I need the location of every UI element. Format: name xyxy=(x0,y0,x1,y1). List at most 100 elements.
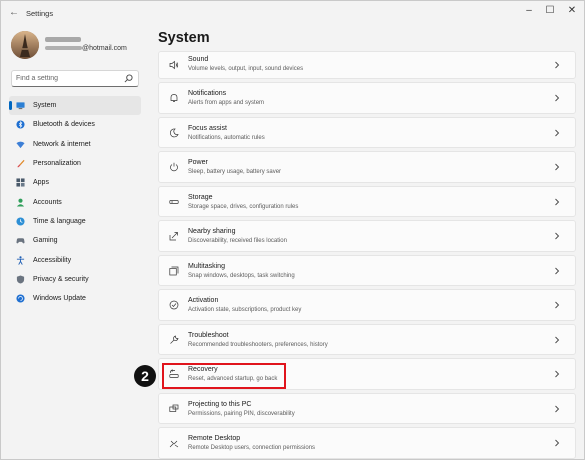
bell-icon xyxy=(170,94,178,102)
settings-item-subtitle: Storage space, drives, configuration rul… xyxy=(188,203,299,210)
search-box[interactable] xyxy=(11,70,139,87)
search-icon[interactable] xyxy=(124,74,133,83)
settings-item-remote-desktop[interactable]: Remote Desktop Remote Desktop users, con… xyxy=(158,427,576,459)
share-icon xyxy=(169,232,178,241)
sidebar-item-label: Privacy & security xyxy=(33,275,89,283)
sidebar-item-label: Network & internet xyxy=(33,140,91,148)
back-arrow-icon[interactable]: ← xyxy=(8,7,20,19)
settings-item-projecting[interactable]: Projecting to this PC Permissions, pairi… xyxy=(158,392,576,424)
settings-item-notifications[interactable]: Notifications Alerts from apps and syste… xyxy=(158,82,576,114)
sidebar-item-network[interactable]: Network & internet xyxy=(9,135,141,154)
person-icon xyxy=(16,198,25,207)
chevron-right-icon xyxy=(555,336,560,343)
settings-item-title: Remote Desktop xyxy=(188,435,241,442)
sidebar-item-time-language[interactable]: Time & language xyxy=(9,212,141,231)
settings-item-title: Multitasking xyxy=(188,262,225,270)
settings-item-title: Storage xyxy=(188,193,213,201)
settings-item-nearby-sharing[interactable]: Nearby sharing Discoverability, received… xyxy=(158,220,576,252)
recovery-highlight-box xyxy=(162,363,286,389)
sidebar-item-personalization[interactable]: Personalization xyxy=(9,154,141,173)
gamepad-icon xyxy=(16,236,25,245)
sidebar-item-label: Windows Update xyxy=(33,295,86,303)
check-circle-icon xyxy=(169,300,179,310)
sidebar-item-label: Personalization xyxy=(33,160,81,168)
chevron-right-icon xyxy=(555,301,560,309)
settings-item-subtitle: Remote Desktop users, connection permiss… xyxy=(188,445,316,451)
chevron-right-icon xyxy=(555,198,560,205)
settings-item-title: Nearby sharing xyxy=(188,228,236,235)
close-button[interactable]: ✕ xyxy=(560,3,584,19)
sidebar-nav: System Bluetooth & devices Network & int… xyxy=(9,96,141,308)
globe-clock-icon xyxy=(16,217,25,226)
sidebar-item-apps[interactable]: Apps xyxy=(9,173,141,192)
settings-item-subtitle: Permissions, pairing PIN, discoverabilit… xyxy=(188,410,295,417)
chevron-right-icon xyxy=(555,405,560,412)
settings-item-subtitle: Alerts from apps and system xyxy=(188,100,265,106)
settings-item-subtitle: Volume levels, output, input, sound devi… xyxy=(188,66,304,72)
shield-icon xyxy=(16,275,25,284)
sidebar-item-system[interactable]: System xyxy=(9,96,141,116)
sidebar-item-gaming[interactable]: Gaming xyxy=(9,231,141,250)
settings-item-title: Troubleshoot xyxy=(188,331,229,339)
settings-item-subtitle: Recommended troubleshooters, preferences… xyxy=(188,341,328,348)
step-number-badge: 2 xyxy=(134,365,156,387)
settings-item-title: Sound xyxy=(188,56,209,63)
sidebar-item-bluetooth[interactable]: Bluetooth & devices xyxy=(9,115,141,134)
chevron-right-icon xyxy=(555,439,560,447)
sidebar-item-accessibility[interactable]: Accessibility xyxy=(9,250,141,269)
search-input[interactable] xyxy=(16,71,121,86)
avatar[interactable] xyxy=(11,31,39,59)
sidebar-item-label: Accounts xyxy=(33,198,62,206)
settings-item-title: Activation xyxy=(188,297,219,304)
update-icon xyxy=(16,294,25,303)
app-title: Settings xyxy=(26,9,54,18)
settings-item-power[interactable]: Power Sleep, battery usage, battery save… xyxy=(158,151,576,183)
multitask-icon xyxy=(169,266,179,275)
sidebar-item-label: Gaming xyxy=(33,237,58,245)
sidebar-item-label: Bluetooth & devices xyxy=(33,121,95,129)
sidebar-item-label: Accessibility xyxy=(33,256,72,264)
email-redacted xyxy=(45,46,82,51)
settings-item-activation[interactable]: Activation Activation state, subscriptio… xyxy=(158,289,576,321)
maximize-button[interactable]: ☐ xyxy=(538,3,562,19)
settings-item-subtitle: Sleep, battery usage, battery saver xyxy=(188,169,282,175)
remote-desktop-icon xyxy=(169,440,179,448)
settings-item-title: Notifications xyxy=(188,90,227,97)
power-icon xyxy=(170,162,178,172)
apps-icon xyxy=(16,178,25,187)
settings-item-sound[interactable]: Sound Volume levels, output, input, soun… xyxy=(158,51,576,79)
monitor-icon xyxy=(16,101,25,110)
settings-item-title: Projecting to this PC xyxy=(188,400,252,408)
sidebar-item-label: Time & language xyxy=(33,217,86,225)
sidebar-item-privacy-security[interactable]: Privacy & security xyxy=(9,270,141,289)
drive-icon xyxy=(169,199,179,204)
user-email-domain: @hotmail.com xyxy=(82,45,127,52)
chevron-right-icon xyxy=(555,232,560,240)
settings-item-subtitle: Snap windows, desktops, task switching xyxy=(188,272,295,279)
moon-icon xyxy=(169,128,179,137)
wrench-icon xyxy=(170,335,179,344)
settings-item-focus-assist[interactable]: Focus assist Notifications, automatic ru… xyxy=(158,116,576,148)
settings-item-troubleshoot[interactable]: Troubleshoot Recommended troubleshooters… xyxy=(158,323,576,355)
settings-item-title: Focus assist xyxy=(188,124,227,132)
chevron-right-icon xyxy=(555,61,560,69)
sidebar-item-windows-update[interactable]: Windows Update xyxy=(9,289,141,308)
chevron-right-icon xyxy=(555,94,560,102)
user-name-redacted xyxy=(45,37,81,42)
settings-item-multitasking[interactable]: Multitasking Snap windows, desktops, tas… xyxy=(158,254,576,286)
settings-item-storage[interactable]: Storage Storage space, drives, configura… xyxy=(158,185,576,217)
speaker-icon xyxy=(169,60,179,70)
wifi-icon xyxy=(16,140,25,149)
chevron-right-icon xyxy=(555,370,560,378)
sidebar-item-accounts[interactable]: Accounts xyxy=(9,192,141,211)
user-email: @hotmail.com xyxy=(45,45,127,52)
paintbrush-icon xyxy=(16,159,25,168)
sidebar-item-label: Apps xyxy=(33,179,49,187)
settings-item-subtitle: Discoverability, received files location xyxy=(188,238,287,244)
page-title: System xyxy=(158,30,210,46)
sidebar-item-label: System xyxy=(33,102,57,110)
project-icon xyxy=(169,404,179,412)
chevron-right-icon xyxy=(555,267,560,274)
accessibility-icon xyxy=(16,255,25,265)
chevron-right-icon xyxy=(555,163,560,171)
